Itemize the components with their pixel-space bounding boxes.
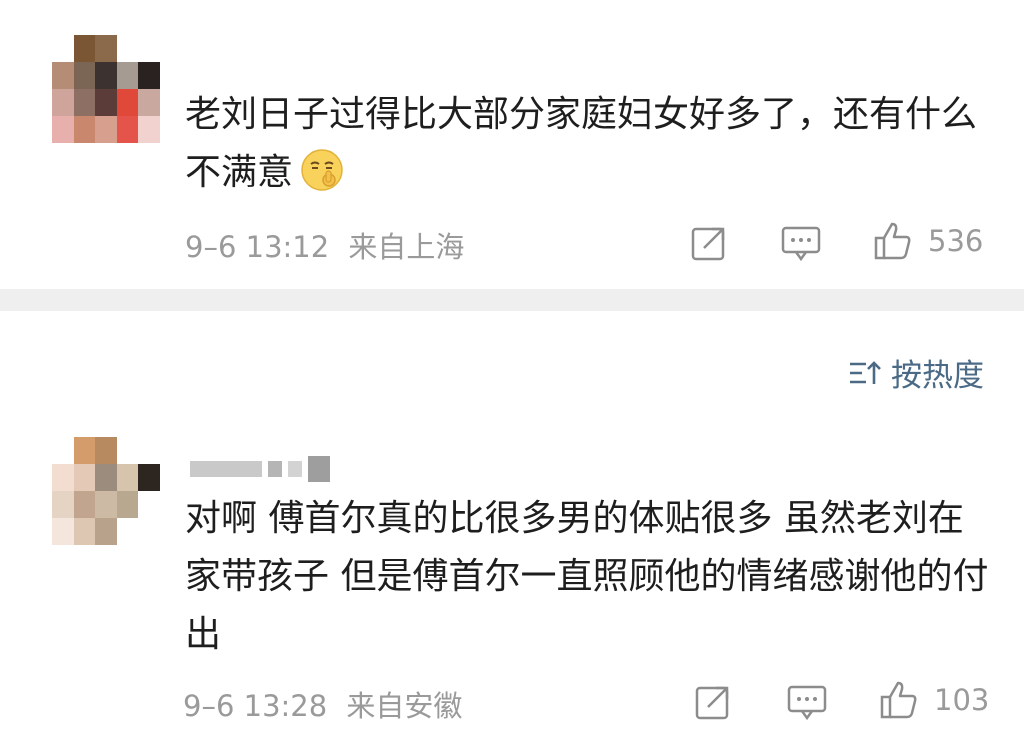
section-divider [0,289,1024,311]
comment-location: 来自安徽 [346,689,463,723]
comment-text: 对啊 傅首尔真的比很多男的体贴很多 虽然老刘在家带孩子 但是傅首尔一直照顾他的情… [185,498,989,655]
share-icon[interactable] [694,683,732,721]
sort-icon [850,360,881,384]
sort-label: 按热度 [891,358,984,394]
avatar[interactable] [52,437,160,545]
thumbs-up-icon[interactable] [872,220,914,262]
comment-date: 9–6 13:28 [183,689,328,723]
share-icon[interactable] [690,224,728,262]
avatar[interactable] [52,35,160,143]
comment-date: 9–6 13:12 [185,230,330,264]
username[interactable] [190,455,330,483]
comment-location: 来自上海 [348,230,465,264]
comment-icon[interactable] [780,224,822,262]
thumbs-up-icon[interactable] [878,679,920,721]
like-count: 103 [934,683,990,717]
comment-text: 老刘日子过得比大部分家庭妇女好多了，还有什么不满意 [185,94,978,193]
comment-meta: 9–6 13:28 来自安徽 [183,683,462,725]
shushing-face-emoji [301,149,343,191]
like-count: 536 [928,224,984,258]
comment-meta: 9–6 13:12 来自上海 [185,224,464,266]
sort-by-hot-button[interactable]: 按热度 [847,350,984,395]
comment-icon[interactable] [786,683,828,721]
